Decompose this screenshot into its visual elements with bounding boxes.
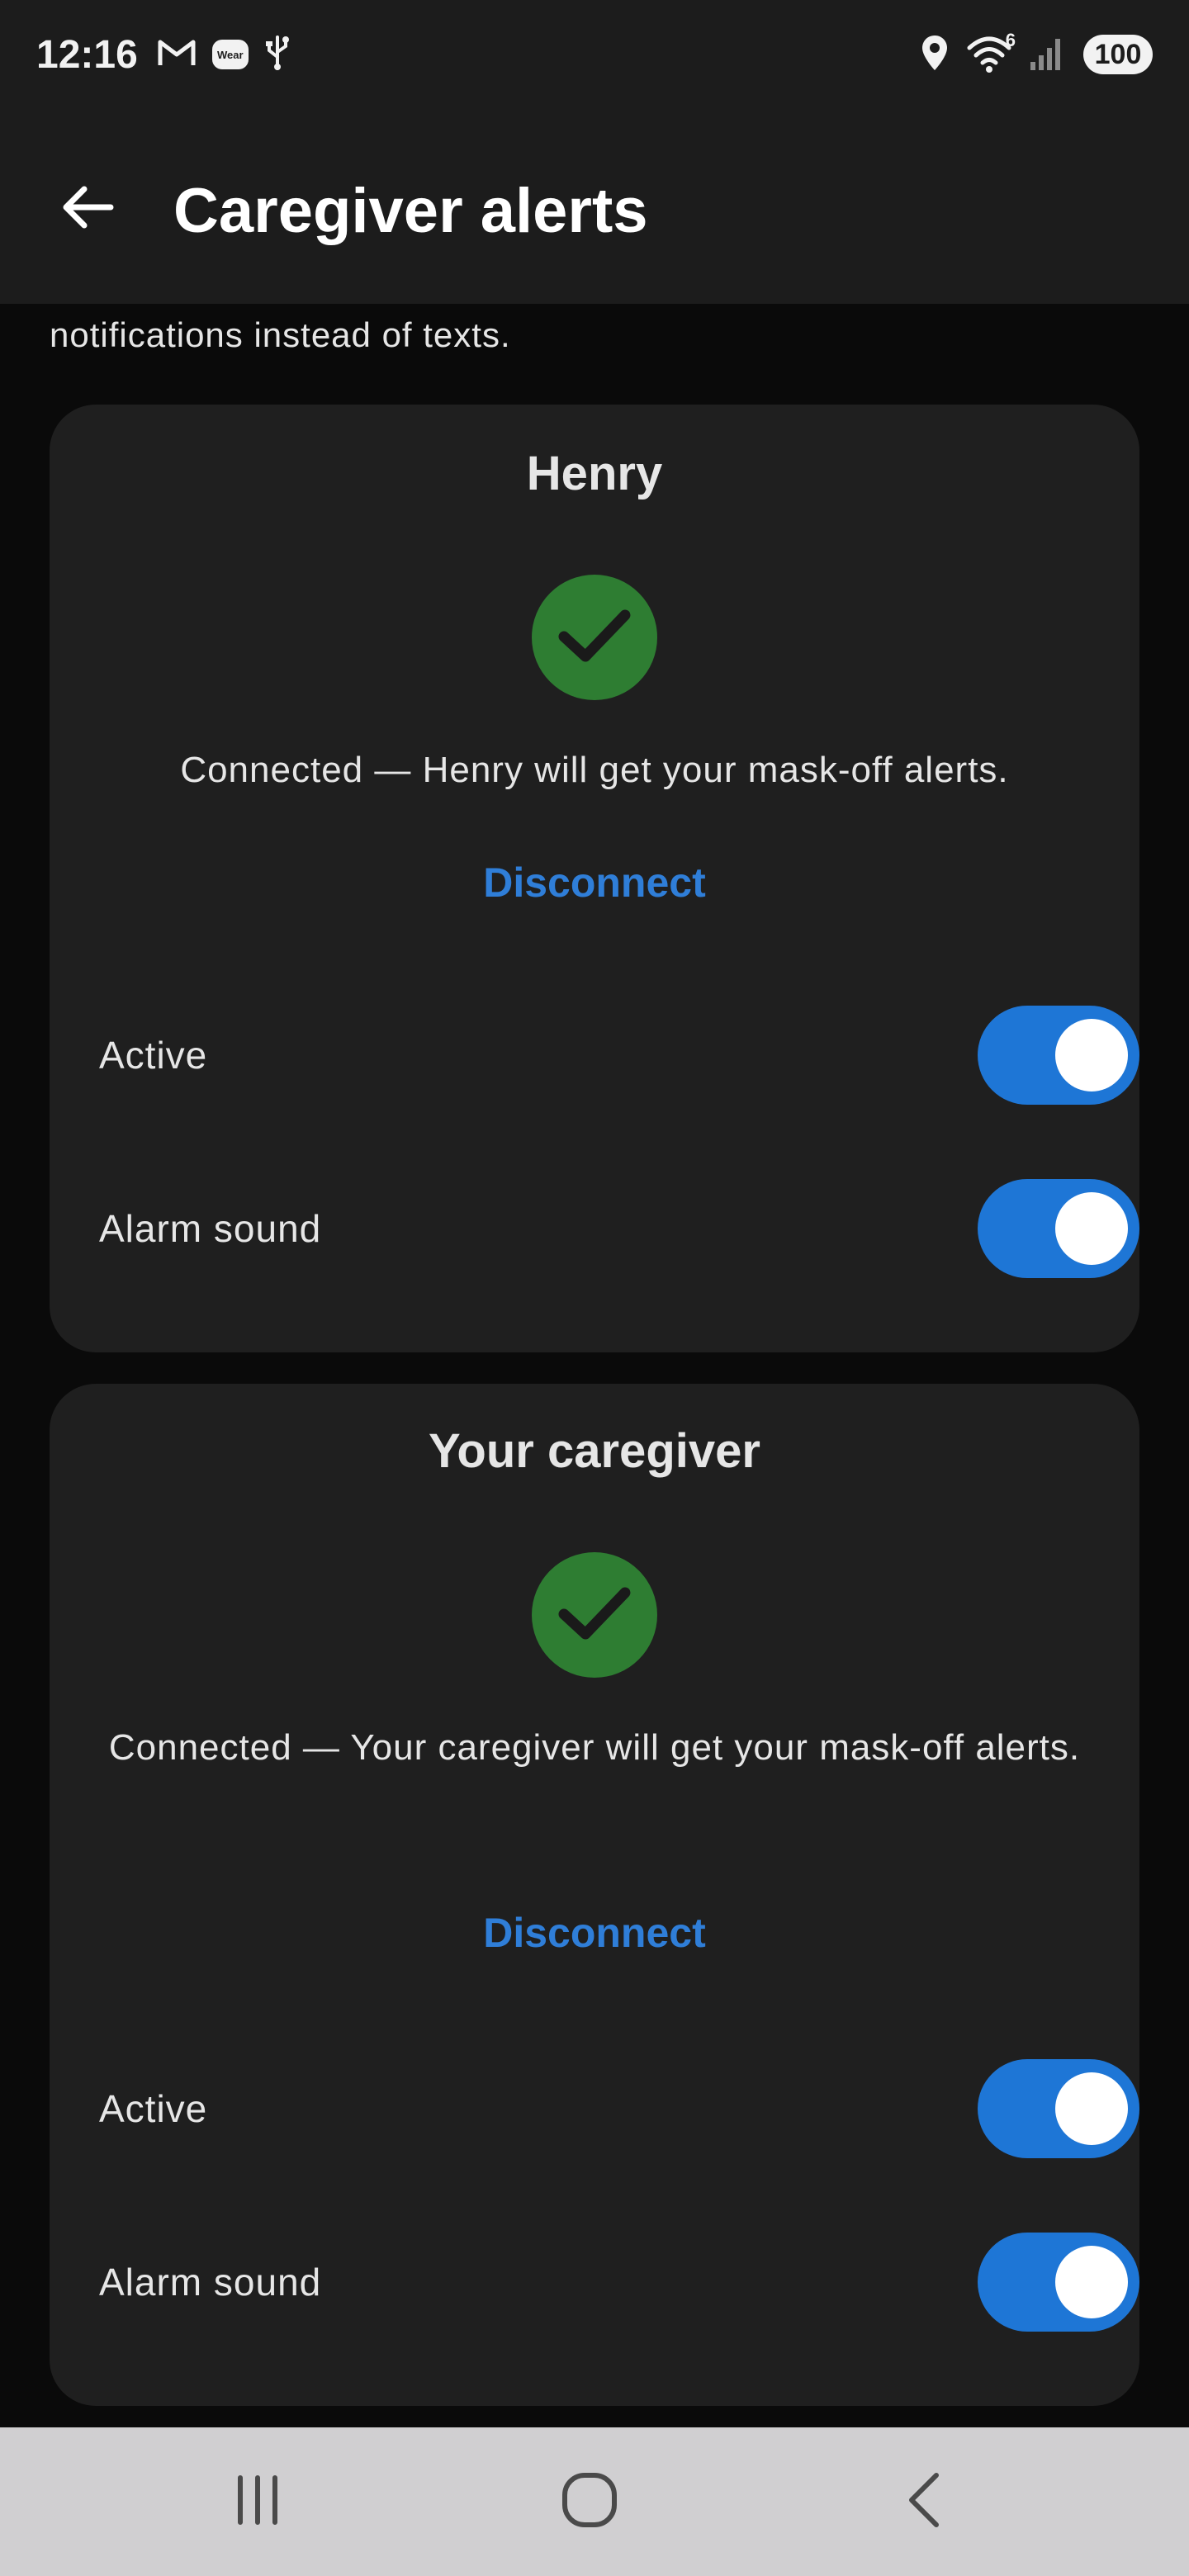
connected-status-indicator — [532, 575, 657, 700]
caregiver-name: Your caregiver — [429, 1424, 760, 1478]
caregiver-name: Henry — [526, 447, 663, 500]
disconnect-button[interactable]: Disconnect — [429, 1904, 760, 1962]
home-icon — [560, 2470, 619, 2534]
arrow-left-icon — [58, 182, 116, 236]
toggle-knob — [1055, 1192, 1128, 1265]
recents-button[interactable] — [208, 2460, 307, 2543]
intro-text: notifications instead of texts. — [50, 315, 511, 354]
alarm-sound-toggle-row: Alarm sound — [99, 1179, 1139, 1278]
toggle-label-alarm-sound: Alarm sound — [99, 2261, 322, 2304]
location-icon — [920, 34, 950, 76]
gmail-icon — [156, 36, 197, 73]
toggle-knob — [1055, 2072, 1128, 2145]
active-toggle-row: Active — [99, 2059, 1139, 2158]
wifi-badge: 6 — [1005, 30, 1016, 50]
page-title: Caregiver alerts — [173, 176, 648, 246]
alarm-sound-toggle-row: Alarm sound — [99, 2233, 1139, 2332]
status-right-icons: 6 100 — [920, 30, 1153, 76]
active-toggle-row: Active — [99, 1006, 1139, 1105]
connection-status-text: Connected — Your caregiver will get your… — [108, 1727, 1081, 1768]
usb-icon — [263, 34, 291, 76]
check-icon — [549, 1576, 640, 1655]
active-toggle[interactable] — [978, 1006, 1139, 1105]
toggle-knob — [1055, 2246, 1128, 2318]
back-icon — [900, 2470, 950, 2534]
toggle-knob — [1055, 1019, 1128, 1091]
home-button[interactable] — [540, 2460, 639, 2543]
disconnect-button[interactable]: Disconnect — [429, 854, 760, 912]
wifi-icon: 6 — [966, 30, 1016, 74]
connected-status-indicator — [532, 1552, 657, 1678]
alarm-sound-toggle[interactable] — [978, 1179, 1139, 1278]
status-time: 12:16 — [36, 32, 138, 77]
recents-icon — [229, 2471, 287, 2533]
caregiver-card: Your caregiver Connected — Your caregive… — [50, 1384, 1139, 2406]
toggle-label-active: Active — [99, 1034, 208, 1077]
check-icon — [549, 599, 640, 677]
toggle-label-active: Active — [99, 2087, 208, 2130]
signal-icon — [1029, 34, 1067, 76]
status-bar: 12:16 Wear 6 100 — [0, 0, 1189, 109]
battery-icon: 100 — [1083, 35, 1153, 74]
system-nav-bar — [0, 2427, 1189, 2576]
caregiver-card: Henry Connected — Henry will get your ma… — [50, 405, 1139, 1352]
alarm-sound-toggle[interactable] — [978, 2233, 1139, 2332]
active-toggle[interactable] — [978, 2059, 1139, 2158]
connection-status-text: Connected — Henry will get your mask-off… — [180, 750, 1009, 790]
wear-icon: Wear — [211, 40, 249, 69]
app-bar: Caregiver alerts — [0, 109, 1189, 304]
nav-back-button[interactable] — [875, 2460, 974, 2543]
status-left-icons: Wear — [156, 34, 291, 76]
back-button[interactable] — [50, 172, 124, 246]
toggle-label-alarm-sound: Alarm sound — [99, 1207, 322, 1250]
